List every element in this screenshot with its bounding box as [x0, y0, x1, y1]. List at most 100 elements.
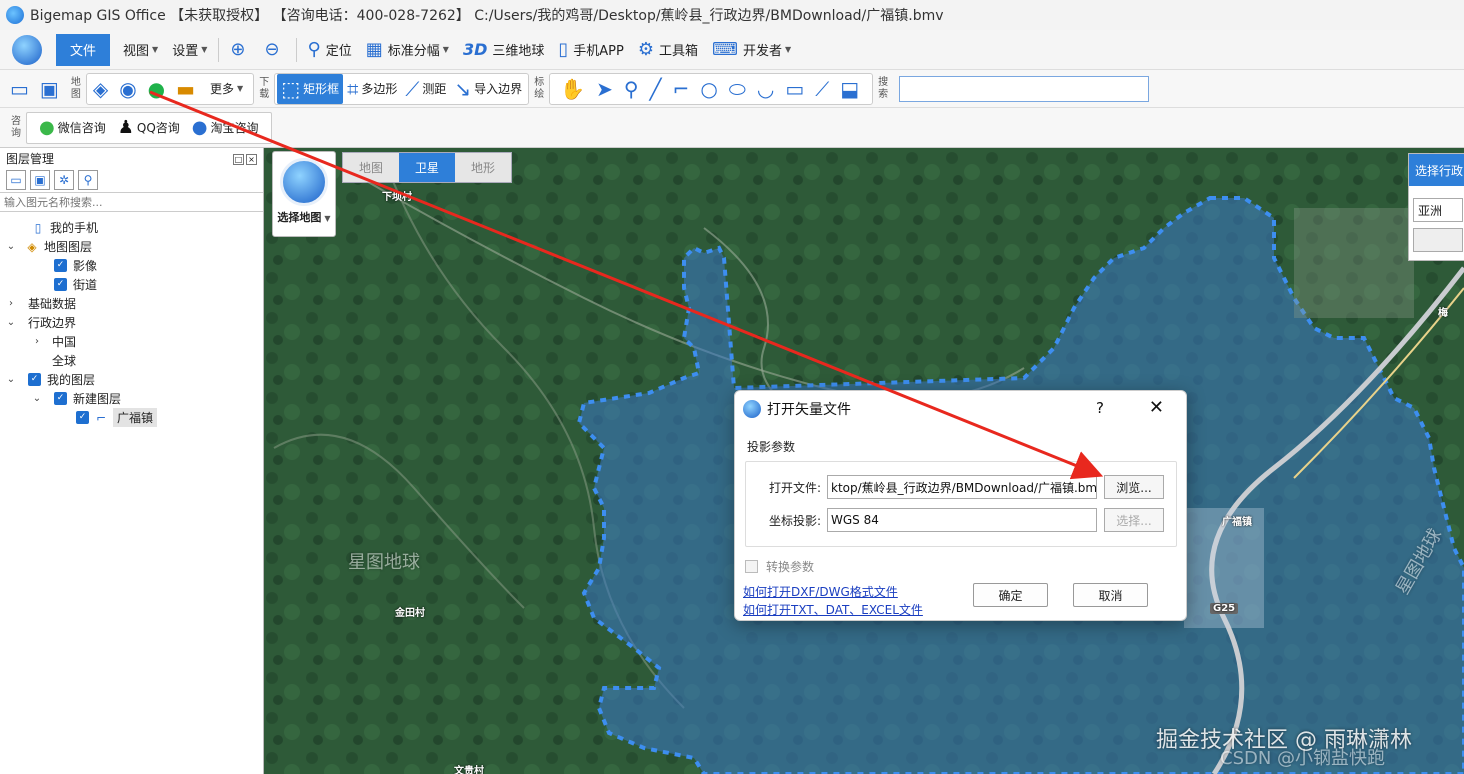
tree-item-phone[interactable]: ▯ 我的手机	[0, 218, 263, 237]
road-badge: G25	[1210, 603, 1239, 614]
polygon-download-button[interactable]: ⌗ 多边形	[343, 74, 401, 104]
ok-button[interactable]: 确定	[973, 583, 1048, 607]
tree-item-new-layer[interactable]: ⌄ ✓ 新建图层	[0, 389, 263, 408]
tree-item-guangfu[interactable]: ✓ ⌐ 广福镇	[0, 408, 263, 427]
select-map-button[interactable]: 选择地图 ▼	[272, 151, 336, 237]
tree-item-base-data[interactable]: › 基础数据	[0, 294, 263, 313]
txt-help-link[interactable]: 如何打开TXT、DAT、EXCEL文件	[743, 601, 923, 618]
map-source-4[interactable]: ▬	[172, 74, 202, 104]
open-vector-dialog: 打开矢量文件 ? ✕ 投影参数 打开文件: 浏览... 坐标投影: 选择... …	[734, 390, 1187, 621]
line-tool[interactable]: ╱	[646, 74, 669, 104]
checkbox-checked-icon[interactable]: ✓	[54, 278, 67, 291]
rect-download-button[interactable]: ⬚ 矩形框	[277, 73, 344, 104]
checkbox-checked-icon[interactable]: ✓	[54, 392, 67, 405]
region-button[interactable]	[1413, 228, 1463, 252]
taobao-consult-button[interactable]: ● 淘宝咨询	[186, 117, 265, 138]
brand-logo-icon[interactable]	[12, 34, 42, 65]
tree-item-map-layers[interactable]: ⌄ ◈ 地图图层	[0, 237, 263, 256]
more-button[interactable]: 更多 ▼	[202, 74, 251, 104]
help-button[interactable]: ?	[1096, 399, 1104, 417]
wechat-consult-button[interactable]: ● 微信咨询	[33, 117, 112, 138]
measure-tool[interactable]: ⟋	[811, 74, 836, 104]
tree-label: 我的手机	[50, 221, 99, 235]
layer-search-input[interactable]	[4, 195, 254, 209]
tree-item-admin-boundary[interactable]: ⌄ 行政边界	[0, 313, 263, 332]
projection-input[interactable]	[827, 508, 1097, 532]
layers-icon: ◈	[27, 239, 37, 254]
search-icon[interactable]: ⚲	[78, 170, 98, 190]
save-button[interactable]: ▣	[36, 74, 66, 104]
pan-tool[interactable]: ✋	[556, 74, 592, 104]
toolbox-button[interactable]: ⚙ 工具箱	[631, 34, 705, 66]
checkbox-checked-icon[interactable]: ✓	[28, 373, 41, 386]
consult-label: 咨询	[11, 115, 21, 139]
wechat-label: 微信咨询	[57, 121, 106, 135]
close-icon[interactable]: ×	[246, 154, 257, 165]
area-tool[interactable]: ⬓	[836, 74, 866, 104]
ellipse-tool[interactable]: ⬭	[725, 74, 753, 104]
three-d-label: 三维地球	[492, 44, 545, 59]
measure-button[interactable]: ⟋ 测距	[401, 74, 450, 104]
locate-button[interactable]: ⚲ 定位	[301, 34, 359, 66]
zoom-in-button[interactable]: ⊕	[223, 34, 257, 66]
chevron-down-icon[interactable]: ⌄	[30, 393, 44, 404]
circle-tool[interactable]: ○	[696, 74, 724, 104]
tab-map[interactable]: 地图	[343, 153, 399, 182]
chevron-down-icon[interactable]: ⌄	[4, 317, 18, 328]
checkbox-checked-icon[interactable]: ✓	[76, 411, 89, 424]
open-folder-icon[interactable]: ▭	[6, 170, 26, 190]
close-button[interactable]: ✕	[1149, 397, 1164, 418]
tree-label: 地图图层	[44, 240, 93, 254]
tree-item-china[interactable]: › 中国	[0, 332, 263, 351]
polygon-icon: ⌗	[347, 76, 359, 101]
float-icon[interactable]: □	[233, 154, 244, 165]
map-source-1[interactable]: ◈	[89, 74, 115, 104]
file-path-input[interactable]	[827, 475, 1097, 499]
polygon-icon: ⌐	[95, 410, 107, 425]
tree-item-my-layers[interactable]: ⌄ ✓ 我的图层	[0, 370, 263, 389]
pointer-icon: ➤	[596, 76, 613, 101]
layer-settings-icon[interactable]: ✲	[54, 170, 74, 190]
dxf-help-link[interactable]: 如何打开DXF/DWG格式文件	[743, 583, 898, 600]
tab-satellite[interactable]: 卫星	[399, 153, 455, 182]
menu-settings[interactable]: 设置 ▼	[165, 34, 214, 66]
menu-file[interactable]: 文件	[56, 33, 111, 66]
chevron-down-icon[interactable]: ⌄	[4, 241, 18, 252]
tree-label: 中国	[52, 335, 77, 349]
import-boundary-button[interactable]: ↘ 导入边界	[450, 74, 526, 104]
region-select[interactable]: 亚洲	[1413, 198, 1463, 222]
mobile-app-button[interactable]: ▯ 手机APP	[551, 34, 630, 66]
select-projection-button[interactable]: 选择...	[1104, 508, 1164, 532]
chevron-right-icon[interactable]: ›	[30, 336, 44, 347]
menu-view[interactable]: 视图 ▼	[116, 34, 165, 66]
map-source-2[interactable]: ◉	[115, 74, 143, 104]
marker-tool[interactable]: ⚲	[620, 74, 646, 104]
cancel-button[interactable]: 取消	[1073, 583, 1148, 607]
save-icon[interactable]: ▣	[30, 170, 50, 190]
chevron-right-icon[interactable]: ›	[4, 298, 18, 309]
polyline-tool[interactable]: ⌐	[669, 74, 697, 104]
grid-button[interactable]: ▦ 标准分幅 ▼	[359, 34, 456, 66]
tab-terrain[interactable]: 地形	[455, 153, 511, 182]
chevron-down-icon[interactable]: ⌄	[4, 374, 18, 385]
select-tool[interactable]: ➤	[592, 74, 620, 104]
area-icon: ⬓	[840, 76, 860, 101]
tree-item-imagery[interactable]: ✓ 影像	[0, 256, 263, 275]
zoom-out-button[interactable]: ⊖	[257, 34, 291, 66]
browse-button[interactable]: 浏览...	[1104, 475, 1164, 499]
checkbox-unchecked-icon	[745, 560, 758, 573]
rectangle-tool[interactable]: ▭	[781, 74, 811, 104]
three-d-button[interactable]: 3D 三维地球	[456, 34, 551, 66]
arc-tool[interactable]: ◡	[753, 74, 781, 104]
map-source-3[interactable]: ●	[144, 74, 172, 104]
place-label: 广福镇	[1222, 517, 1252, 528]
qq-consult-button[interactable]: ♟ QQ咨询	[112, 117, 186, 138]
convert-params-checkbox[interactable]: 转换参数	[745, 558, 814, 575]
open-folder-button[interactable]: ▭	[6, 74, 36, 104]
tree-item-global[interactable]: 全球	[0, 351, 263, 370]
developer-button[interactable]: ⌨ 开发者 ▼	[705, 34, 798, 66]
map-source-group: ◈ ◉ ● ▬ 更多 ▼	[85, 72, 255, 105]
checkbox-checked-icon[interactable]: ✓	[54, 259, 67, 272]
tree-item-streets[interactable]: ✓ 街道	[0, 275, 263, 294]
search-input[interactable]	[899, 75, 1150, 102]
